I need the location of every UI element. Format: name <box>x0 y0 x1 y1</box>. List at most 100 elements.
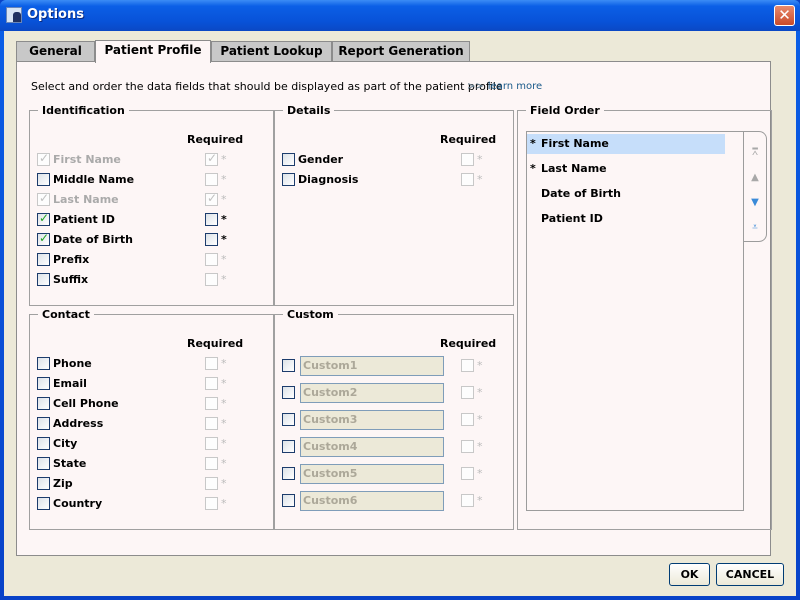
include-checkbox[interactable] <box>282 173 295 186</box>
required-asterisk: * <box>477 173 483 186</box>
field-row: Custom6 * <box>282 491 502 511</box>
required-asterisk: * <box>477 413 483 426</box>
tab-general[interactable]: General <box>16 41 95 62</box>
required-asterisk: * <box>221 193 227 206</box>
include-checkbox[interactable] <box>282 467 295 480</box>
required-checkbox <box>461 386 474 399</box>
tab-patient-lookup[interactable]: Patient Lookup <box>211 41 332 62</box>
move-down-button[interactable]: ▼ <box>749 198 761 208</box>
required-checkbox <box>205 437 218 450</box>
field-row: Address * <box>37 417 257 433</box>
include-checkbox: ✓ <box>37 191 50 206</box>
required-checkbox <box>205 173 218 186</box>
field-label: Cell Phone <box>53 397 119 410</box>
include-checkbox[interactable] <box>37 417 50 430</box>
field-row: Email * <box>37 377 257 393</box>
double-chevron-icon: >> <box>467 81 484 92</box>
required-checkbox[interactable] <box>205 213 218 226</box>
field-row: ✓ Date of Birth * <box>37 231 257 249</box>
move-to-top-button[interactable]: ⩞ <box>749 148 761 158</box>
field-label: Patient ID <box>53 213 115 226</box>
learn-more-link[interactable]: >> learn more <box>467 81 542 92</box>
include-checkbox[interactable] <box>37 477 50 490</box>
field-row: Middle Name * <box>37 173 257 189</box>
required-asterisk: * <box>221 497 227 510</box>
close-button[interactable]: ✕ <box>774 5 795 26</box>
required-checkbox[interactable] <box>205 233 218 246</box>
required-header: Required <box>440 337 497 350</box>
include-checkbox[interactable] <box>282 413 295 426</box>
required-asterisk: * <box>477 359 483 372</box>
include-checkbox[interactable] <box>37 437 50 450</box>
field-row: ✓ Patient ID * <box>37 211 257 229</box>
include-checkbox[interactable] <box>37 457 50 470</box>
cancel-button[interactable]: CANCEL <box>716 563 784 586</box>
field-order-item[interactable]: Date of Birth <box>527 184 725 204</box>
required-asterisk: * <box>477 386 483 399</box>
field-label: State <box>53 457 87 470</box>
required-asterisk: * <box>477 153 483 166</box>
field-label: Prefix <box>53 253 90 266</box>
title-bar: Options ✕ <box>0 0 800 31</box>
include-checkbox[interactable] <box>282 153 295 166</box>
required-asterisk: * <box>221 253 227 266</box>
ok-button[interactable]: OK <box>669 563 710 586</box>
include-checkbox[interactable] <box>37 273 50 286</box>
field-row: Zip * <box>37 477 257 493</box>
include-checkbox[interactable] <box>37 357 50 370</box>
required-checkbox <box>205 377 218 390</box>
field-order-list[interactable]: * First Name * Last Name Date of Birth Patien… <box>526 131 744 511</box>
field-label: Suffix <box>53 273 89 286</box>
custom-field-input: Custom3 <box>300 410 444 430</box>
include-checkbox[interactable] <box>282 494 295 507</box>
move-up-button[interactable]: ▲ <box>749 173 761 183</box>
field-order-item[interactable]: * First Name <box>527 134 725 154</box>
move-to-bottom-button[interactable]: ⩡ <box>749 223 761 233</box>
field-order-item[interactable]: Patient ID <box>527 209 725 229</box>
required-checkbox: ✓ <box>205 151 218 166</box>
include-checkbox[interactable] <box>282 440 295 453</box>
field-row: Custom5 * <box>282 464 502 484</box>
include-checkbox[interactable]: ✓ <box>37 211 50 226</box>
include-checkbox[interactable] <box>37 397 50 410</box>
required-asterisk: * <box>221 173 227 186</box>
patient-profile-panel: Select and order the data fields that sh… <box>16 61 772 556</box>
field-order-item[interactable]: * Last Name <box>527 159 725 179</box>
move-to-bottom-icon: ⩡ <box>752 222 758 233</box>
required-asterisk: * <box>221 153 227 166</box>
group-title: Custom <box>283 308 338 321</box>
required-checkbox <box>205 273 218 286</box>
include-checkbox[interactable] <box>37 497 50 510</box>
include-checkbox[interactable] <box>282 359 295 372</box>
field-row: City * <box>37 437 257 453</box>
include-checkbox[interactable]: ✓ <box>37 231 50 246</box>
required-asterisk: * <box>221 437 227 450</box>
include-checkbox[interactable] <box>37 253 50 266</box>
include-checkbox[interactable] <box>282 386 295 399</box>
tab-report-generation[interactable]: Report Generation <box>332 41 470 62</box>
field-label: Email <box>53 377 87 390</box>
required-asterisk: * <box>221 417 227 430</box>
field-label: City <box>53 437 78 450</box>
tab-patient-profile[interactable]: Patient Profile <box>95 40 211 63</box>
options-window: Options ✕ General Patient Profile Patien… <box>0 0 800 600</box>
field-label: Middle Name <box>53 173 135 186</box>
field-order-label: First Name <box>541 137 609 150</box>
order-buttons: ⩞ ▲ ▼ ⩡ <box>744 131 767 242</box>
close-icon: ✕ <box>778 6 791 24</box>
required-checkbox <box>461 494 474 507</box>
include-checkbox[interactable] <box>37 173 50 186</box>
custom-field-input: Custom1 <box>300 356 444 376</box>
include-checkbox[interactable] <box>37 377 50 390</box>
required-asterisk: * <box>530 162 536 175</box>
required-asterisk: * <box>221 357 227 370</box>
field-row: State * <box>37 457 257 473</box>
checkmark-icon: ✓ <box>39 211 50 225</box>
field-order-group: Field Order * First Name * Last Name Date of… <box>517 104 772 530</box>
field-row: Custom4 * <box>282 437 502 457</box>
required-checkbox: ✓ <box>205 191 218 206</box>
checkmark-icon: ✓ <box>39 191 50 205</box>
include-checkbox: ✓ <box>37 151 50 166</box>
required-asterisk: * <box>221 397 227 410</box>
required-asterisk: * <box>221 377 227 390</box>
